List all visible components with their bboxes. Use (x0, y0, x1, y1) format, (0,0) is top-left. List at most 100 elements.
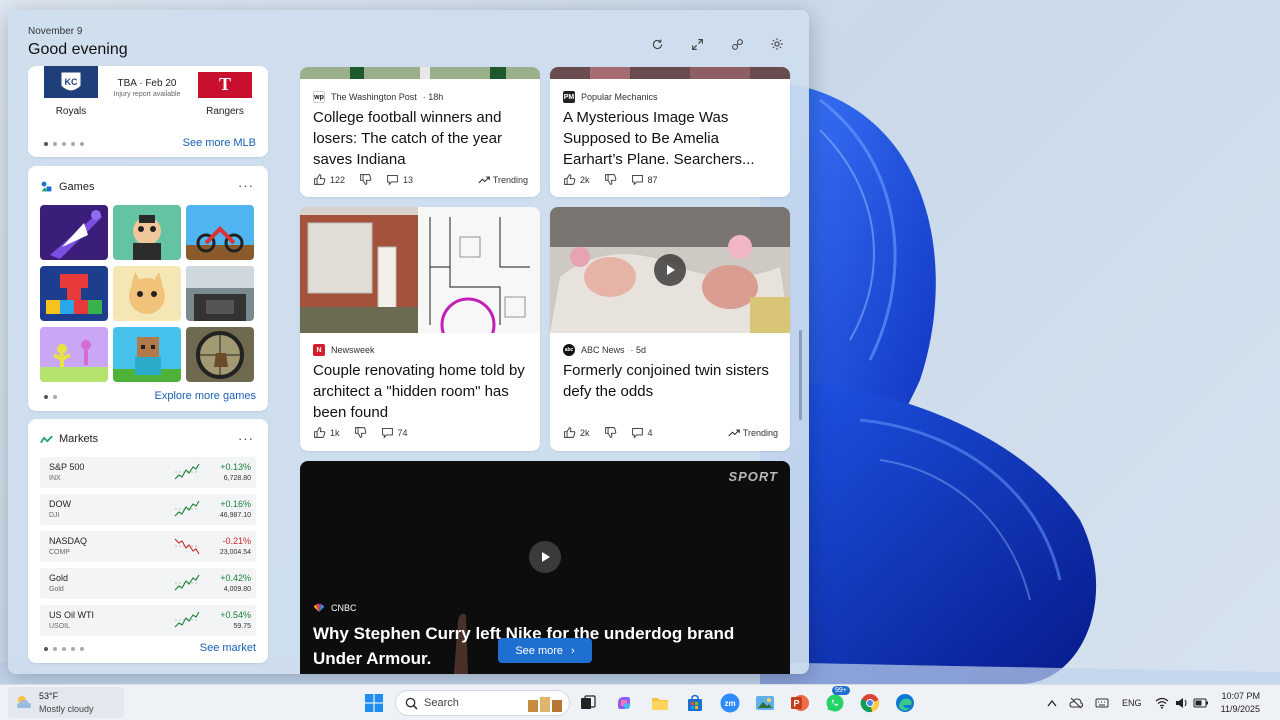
market-sparkline (174, 538, 200, 555)
markets-more-button[interactable]: ··· (238, 431, 254, 446)
market-ticker: COMP (49, 549, 70, 556)
like-button[interactable]: 2k (563, 426, 590, 439)
expand-icon[interactable] (687, 34, 707, 54)
thumbs-down-icon (604, 427, 616, 438)
like-button[interactable]: 122 (313, 173, 345, 186)
news-headline[interactable]: A Mysterious Image Was Supposed to Be Am… (563, 107, 779, 170)
copilot-icon (618, 697, 630, 709)
comment-icon (381, 427, 393, 439)
game-tile-blocky[interactable] (113, 327, 181, 382)
trending-icon (478, 175, 490, 183)
clock-time: 10:07 PM (1221, 691, 1260, 701)
explore-more-games-link[interactable]: Explore more games (155, 390, 257, 402)
start-button[interactable] (363, 692, 385, 714)
settings-icon[interactable] (767, 34, 787, 54)
see-more-button[interactable]: See more › (498, 638, 592, 663)
edge-button[interactable] (894, 692, 916, 714)
dislike-button[interactable] (604, 173, 617, 186)
market-row[interactable]: Gold Gold +0.42% 4,009.80 (40, 568, 256, 599)
video-source: CNBC (313, 603, 357, 613)
games-widget: Games ··· Explore more games (28, 166, 268, 411)
news-headline[interactable]: College football winners and losers: The… (313, 107, 529, 170)
news-source-name: Newsweek (331, 345, 375, 355)
see-market-link[interactable]: See market (200, 642, 256, 654)
news-actions: 2k 87 (563, 173, 778, 186)
like-button[interactable]: 2k (563, 173, 590, 186)
refresh-icon[interactable] (647, 34, 667, 54)
news-card-newsweek[interactable]: N Newsweek Couple renovating home told b… (300, 207, 540, 451)
comment-button[interactable]: 74 (381, 426, 408, 439)
powerpoint-button[interactable]: P (789, 692, 811, 714)
file-explorer-button[interactable] (649, 692, 671, 714)
video-play-icon[interactable] (529, 541, 561, 573)
photos-app-button[interactable] (754, 692, 776, 714)
chrome-button[interactable] (859, 692, 881, 714)
comment-button[interactable]: 4 (631, 426, 653, 439)
video-play-icon[interactable] (654, 254, 686, 286)
game-tile-rocket[interactable] (40, 205, 108, 260)
see-more-mlb-link[interactable]: See more MLB (183, 137, 256, 149)
copilot-button[interactable] (613, 692, 635, 714)
games-more-button[interactable]: ··· (238, 178, 254, 193)
news-card-washington-post[interactable]: wp The Washington Post · 18h College foo… (300, 67, 540, 197)
market-row[interactable]: DOW DJI +0.16% 46,987.10 (40, 494, 256, 525)
zoom-app-button[interactable]: zm (719, 692, 741, 714)
taskbar-search-input[interactable]: Search (395, 690, 570, 716)
game-tile-motocross[interactable] (186, 205, 254, 260)
game-tile-driving[interactable] (186, 266, 254, 321)
news-card-abc-news[interactable]: abc ABC News · 5d Formerly conjoined twi… (550, 207, 790, 451)
game-tile-hunting[interactable] (186, 327, 254, 382)
microsoft-store-button[interactable] (684, 692, 706, 714)
system-clock[interactable]: 10:07 PM 11/9/2025 (1212, 690, 1260, 716)
news-source: abc ABC News · 5d (563, 344, 646, 356)
language-indicator[interactable]: ENG (1122, 698, 1142, 708)
news-headline[interactable]: Formerly conjoined twin sisters defy the… (563, 360, 779, 402)
keyboard-button[interactable] (1091, 692, 1113, 714)
market-row[interactable]: US Oil WTI USOIL +0.54% 59.75 (40, 605, 256, 636)
dislike-button[interactable] (604, 426, 617, 439)
dislike-button[interactable] (354, 426, 367, 439)
carousel-dots[interactable] (44, 142, 84, 146)
news-headline[interactable]: Couple renovating home told by architect… (313, 360, 529, 423)
game-tile-character[interactable] (113, 205, 181, 260)
markets-widget: Markets ··· S&P 500 INX +0.13% 6,728.80 DOW D… (28, 419, 268, 663)
game-tile-blocks[interactable] (40, 266, 108, 321)
task-view-button[interactable] (577, 692, 599, 714)
thumbs-down-icon (360, 174, 372, 185)
market-ticker: DJI (49, 512, 60, 519)
team-royals[interactable]: KC Royals (44, 66, 98, 117)
weather-widget-button[interactable]: 53°F Mostly cloudy (8, 687, 124, 718)
market-change: -0.21% (222, 536, 251, 546)
markets-carousel-dots[interactable] (44, 647, 84, 651)
news-actions: 1k 74 (313, 426, 528, 439)
svg-text:KC: KC (65, 77, 78, 87)
game-tile-stickman[interactable] (40, 327, 108, 382)
clock-date: 11/9/2025 (1220, 704, 1260, 714)
wifi-button[interactable] (1151, 692, 1173, 714)
like-button[interactable]: 1k (313, 426, 340, 439)
market-change: +0.16% (220, 499, 251, 509)
comment-button[interactable]: 87 (631, 173, 658, 186)
video-card-cnbc[interactable]: SPORT CNBC Why Stephen Curry left Nike f… (300, 461, 790, 674)
whatsapp-button[interactable] (824, 692, 846, 714)
team-rangers[interactable]: T Rangers (198, 66, 252, 117)
news-age: · 18h (422, 92, 444, 102)
chrome-icon (860, 694, 880, 713)
news-card-popular-mechanics[interactable]: PM Popular Mechanics A Mysterious Image … (550, 67, 790, 197)
thumbs-down-icon (354, 427, 366, 438)
games-carousel-dots[interactable] (44, 395, 57, 399)
comment-icon (631, 427, 643, 439)
network-status-button[interactable] (1065, 692, 1087, 714)
battery-button[interactable] (1190, 692, 1212, 714)
market-row[interactable]: NASDAQ COMP -0.21% 23,004.54 (40, 531, 256, 562)
comment-button[interactable]: 13 (386, 173, 413, 186)
mlb-widget[interactable]: KC Royals TBA · Feb 20 Injury report ava… (28, 66, 268, 157)
market-row[interactable]: S&P 500 INX +0.13% 6,728.80 (40, 457, 256, 488)
market-symbol: DOW (49, 499, 71, 509)
feed-scrollbar[interactable] (799, 330, 802, 420)
header-toolbar (647, 34, 787, 54)
show-hidden-icons-button[interactable] (1041, 692, 1063, 714)
dislike-button[interactable] (359, 173, 372, 186)
personalize-icon[interactable] (727, 34, 747, 54)
game-tile-cat[interactable] (113, 266, 181, 321)
